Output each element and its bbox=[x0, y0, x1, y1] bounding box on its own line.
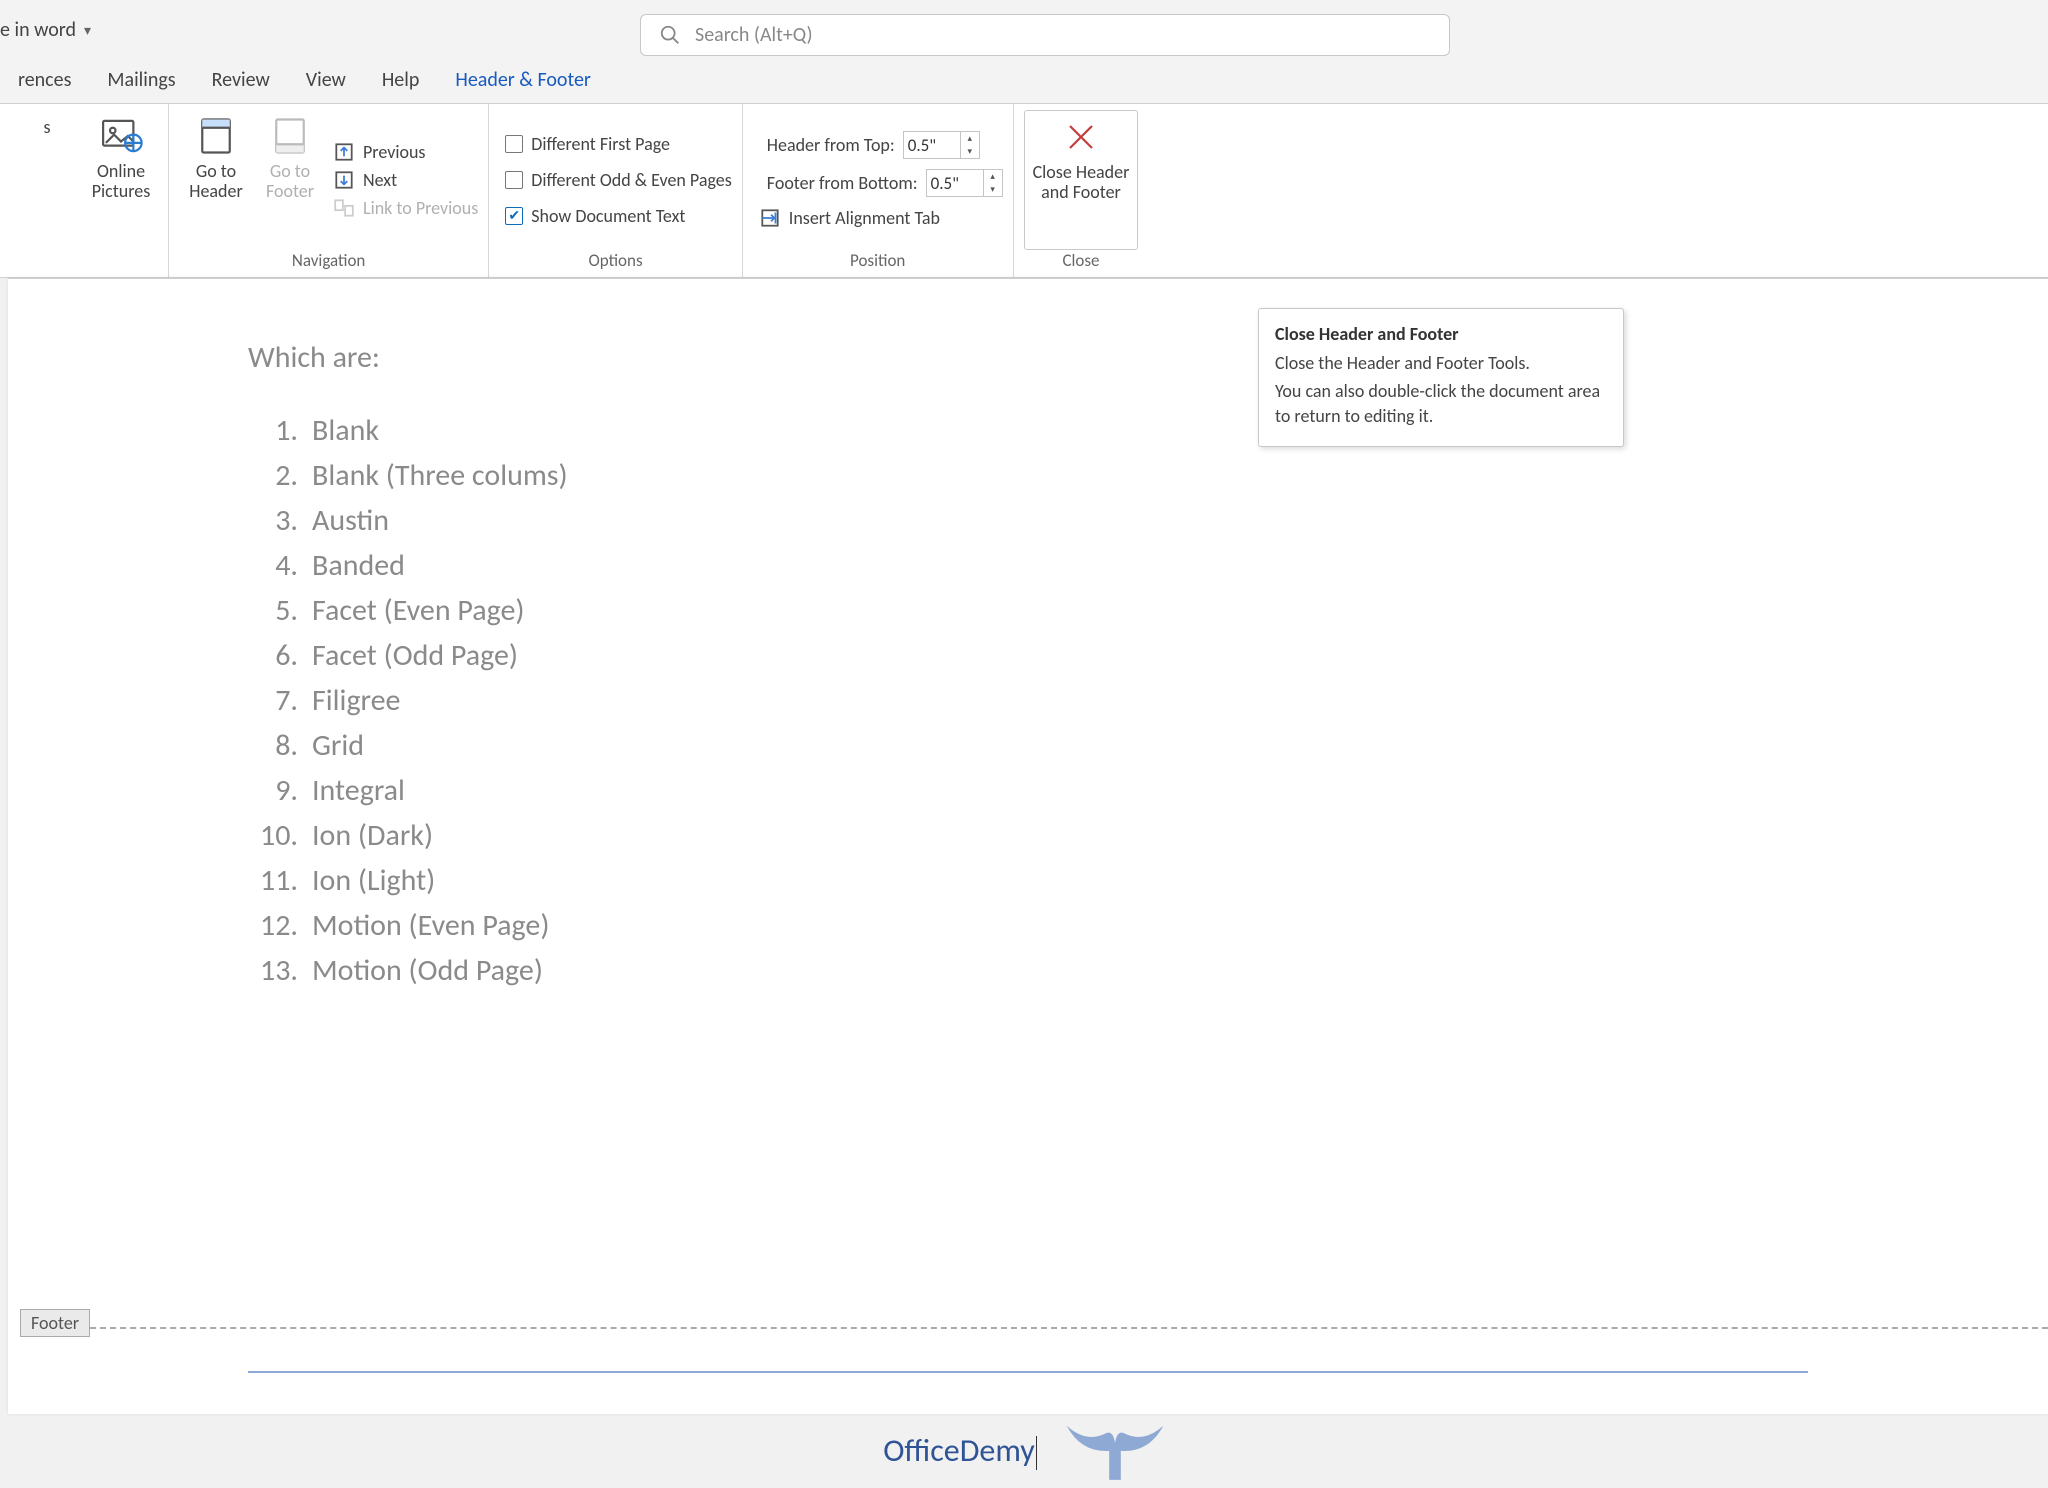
tab-review[interactable]: Review bbox=[194, 60, 288, 100]
footer-from-bottom-spinner[interactable]: ▴▾ bbox=[926, 169, 1003, 197]
list-item: 10.Ion (Dark) bbox=[248, 817, 2048, 854]
list-item: 5.Facet (Even Page) bbox=[248, 592, 2048, 629]
next-button[interactable]: Next bbox=[333, 169, 478, 191]
header-from-top-input[interactable] bbox=[904, 135, 960, 156]
tab-help[interactable]: Help bbox=[364, 60, 438, 100]
list-item: 6.Facet (Odd Page) bbox=[248, 637, 2048, 674]
list-item: 9.Integral bbox=[248, 772, 2048, 809]
show-document-text-checkbox[interactable]: Show Document Text bbox=[505, 205, 732, 227]
header-from-top-row: Header from Top: ▴▾ bbox=[759, 131, 1003, 159]
text-cursor bbox=[1036, 1436, 1037, 1470]
search-input[interactable]: Search (Alt+Q) bbox=[640, 14, 1450, 56]
group-label-position: Position bbox=[753, 250, 1003, 275]
list-item: 4.Banded bbox=[248, 547, 2048, 584]
search-icon bbox=[659, 24, 681, 46]
goto-footer-button: Go to Footer bbox=[253, 110, 327, 250]
online-pictures-icon bbox=[99, 114, 143, 158]
list-item: 11.Ion (Light) bbox=[248, 862, 2048, 899]
alignment-tab-icon bbox=[759, 207, 781, 229]
link-to-previous-button: Link to Previous bbox=[333, 197, 478, 219]
list-item: 1.Blank bbox=[248, 412, 2048, 449]
online-pictures-button[interactable]: Online Pictures bbox=[84, 110, 158, 250]
document-name[interactable]: e in word ▾ bbox=[0, 18, 91, 42]
checkbox-icon bbox=[505, 135, 523, 153]
document-body: Which are: 1.Blank 2.Blank (Three colums)… bbox=[8, 339, 2048, 989]
document-area[interactable]: Which are: 1.Blank 2.Blank (Three colums)… bbox=[0, 278, 2048, 1414]
body-heading: Which are: bbox=[248, 339, 2048, 376]
footer-tag: Footer bbox=[20, 1309, 90, 1337]
ribbon-tabs: rences Mailings Review View Help Header … bbox=[0, 56, 2048, 104]
list-item: 7.Filigree bbox=[248, 682, 2048, 719]
page: Which are: 1.Blank 2.Blank (Three colums)… bbox=[8, 278, 2048, 1414]
document-name-text: e in word bbox=[0, 18, 76, 42]
ribbon: s Online Pictures Go to bbox=[0, 104, 2048, 278]
tooltip-line1: Close the Header and Footer Tools. bbox=[1275, 351, 1607, 375]
goto-footer-icon bbox=[268, 114, 312, 158]
list-item: 13.Motion (Odd Page) bbox=[248, 952, 2048, 989]
list-item: 12.Motion (Even Page) bbox=[248, 907, 2048, 944]
spinner-down-icon[interactable]: ▾ bbox=[984, 183, 1002, 196]
close-header-footer-button[interactable]: Close Header and Footer bbox=[1024, 110, 1139, 250]
list-item: 2.Blank (Three colums) bbox=[248, 457, 2048, 494]
previous-icon bbox=[333, 141, 355, 163]
next-icon bbox=[333, 169, 355, 191]
chevron-down-icon: ▾ bbox=[84, 22, 91, 39]
different-odd-even-checkbox[interactable]: Different Odd & Even Pages bbox=[505, 169, 732, 191]
different-first-page-checkbox[interactable]: Different First Page bbox=[505, 133, 732, 155]
footer-text[interactable]: OfficeDemy bbox=[883, 1431, 1037, 1470]
footer-boundary bbox=[20, 1327, 2048, 1329]
goto-header-button[interactable]: Go to Header bbox=[179, 110, 253, 250]
footer-from-bottom-row: Footer from Bottom: ▴▾ bbox=[759, 169, 1003, 197]
close-icon bbox=[1059, 115, 1103, 159]
pictures-button-frag[interactable]: s bbox=[10, 110, 84, 250]
tab-header-footer[interactable]: Header & Footer bbox=[437, 60, 609, 100]
header-from-top-spinner[interactable]: ▴▾ bbox=[903, 131, 980, 159]
footer-from-bottom-input[interactable] bbox=[927, 173, 983, 194]
spinner-down-icon[interactable]: ▾ bbox=[961, 145, 979, 158]
spinner-up-icon[interactable]: ▴ bbox=[984, 170, 1002, 183]
tooltip-line2: You can also double-click the document a… bbox=[1275, 379, 1607, 428]
group-label-close: Close bbox=[1024, 250, 1139, 275]
tooltip-title: Close Header and Footer bbox=[1275, 323, 1607, 345]
group-label-blank bbox=[10, 250, 158, 275]
goto-header-icon bbox=[194, 114, 238, 158]
group-label-navigation: Navigation bbox=[179, 250, 478, 275]
body-list: 1.Blank 2.Blank (Three colums) 3.Austin 4.B… bbox=[248, 412, 2048, 989]
footer-area[interactable]: OfficeDemy bbox=[248, 1371, 1808, 1488]
spinner-up-icon[interactable]: ▴ bbox=[961, 132, 979, 145]
search-placeholder: Search (Alt+Q) bbox=[695, 23, 813, 47]
insert-alignment-tab-button[interactable]: Insert Alignment Tab bbox=[759, 207, 1003, 229]
previous-button[interactable]: Previous bbox=[333, 141, 478, 163]
footer-ornament-icon bbox=[1057, 1413, 1173, 1488]
titlebar: e in word ▾ Search (Alt+Q) bbox=[0, 0, 2048, 56]
footer-rule bbox=[248, 1371, 1808, 1373]
link-icon bbox=[333, 197, 355, 219]
tab-mailings[interactable]: Mailings bbox=[89, 60, 193, 100]
list-item: 8.Grid bbox=[248, 727, 2048, 764]
checkbox-icon bbox=[505, 171, 523, 189]
tab-view[interactable]: View bbox=[288, 60, 364, 100]
tab-references[interactable]: rences bbox=[0, 60, 89, 100]
checkbox-checked-icon bbox=[505, 207, 523, 225]
list-item: 3.Austin bbox=[248, 502, 2048, 539]
group-label-options: Options bbox=[499, 250, 732, 275]
close-header-footer-tooltip: Close Header and Footer Close the Header… bbox=[1258, 308, 1624, 447]
